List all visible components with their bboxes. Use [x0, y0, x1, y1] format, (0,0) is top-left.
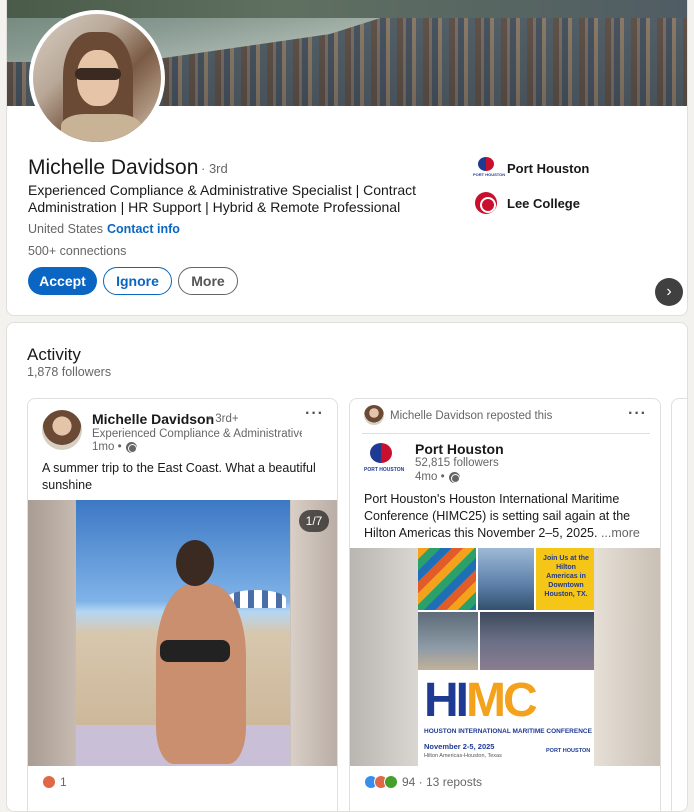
org-name: Lee College	[507, 195, 580, 211]
contact-info-link[interactable]: Contact info	[107, 222, 180, 236]
post-time: 1mo •	[92, 441, 122, 453]
profile-headline: Experienced Compliance & Administrative …	[28, 182, 417, 215]
reposter-avatar[interactable]	[364, 405, 384, 425]
author-followers: 52,815 followers	[415, 457, 499, 469]
org-name: Port Houston	[507, 160, 590, 176]
poster-callout: Join Us at the Hilton Americas in Downto…	[543, 555, 589, 598]
post-menu-icon[interactable]: ···	[305, 405, 324, 423]
author-degree: • 3rd+	[208, 413, 239, 425]
profile-card: Michelle Davidson · 3rd Experienced Comp…	[6, 0, 688, 316]
author-name[interactable]: Port Houston	[415, 441, 504, 457]
post-meta: 4mo •	[415, 471, 460, 483]
lee-college-logo-icon	[475, 192, 497, 214]
post-meta: 1mo •	[92, 441, 137, 453]
image-counter: 1/7	[299, 510, 329, 532]
see-more-link[interactable]: ...more	[601, 526, 640, 540]
profile-location: United States ·	[28, 222, 111, 236]
post-time: 4mo •	[415, 471, 445, 483]
activity-title: Activity	[27, 345, 81, 364]
reactions-count: 1	[60, 775, 67, 789]
poster-venue: Hilton Americas-Houston, Texas	[424, 753, 502, 759]
reactions-summary[interactable]: 1	[42, 775, 67, 789]
divider	[362, 433, 650, 434]
port-houston-logo-icon[interactable]: PORT HOUSTON	[364, 443, 404, 477]
carousel-next-icon[interactable]: ›	[655, 278, 683, 306]
post-text: Port Houston's Houston International Mar…	[364, 492, 640, 540]
profile-name: Michelle Davidson	[28, 156, 199, 179]
connection-degree: · 3rd	[201, 161, 228, 176]
reactions-count: 94 · 13 reposts	[402, 775, 483, 789]
activity-post-next-peek[interactable]	[671, 398, 687, 811]
celebrate-reaction-icon	[384, 775, 398, 789]
reactions-summary[interactable]: 94 · 13 reposts	[364, 775, 482, 789]
more-button[interactable]: More	[178, 267, 238, 295]
globe-icon	[125, 441, 137, 453]
accept-button[interactable]: Accept	[28, 267, 97, 295]
post-image[interactable]: Join Us at the Hilton Americas in Downto…	[350, 548, 660, 766]
poster-headline: HIMC	[424, 674, 538, 727]
author-avatar[interactable]	[42, 410, 82, 450]
port-houston-logo-text: PORT HOUSTON	[364, 467, 405, 473]
author-name[interactable]: Michelle Davidson	[92, 411, 214, 427]
himc-poster: Join Us at the Hilton Americas in Downto…	[418, 548, 594, 766]
globe-icon	[448, 471, 460, 483]
activity-post[interactable]: Michelle Davidson reposted this ··· PORT…	[349, 398, 661, 811]
ignore-button[interactable]: Ignore	[103, 267, 172, 295]
post-text: A summer trip to the East Coast. What a …	[42, 461, 316, 492]
author-subtitle: Experienced Compliance & Administrative.…	[92, 428, 302, 440]
followers-count: 1,878 followers	[27, 365, 112, 379]
port-houston-logo-text: PORT HOUSTON	[473, 172, 506, 177]
reposted-header: Michelle Davidson reposted this	[390, 410, 553, 422]
poster-dates: November 2-5, 2025	[424, 742, 495, 751]
activity-post[interactable]: Michelle Davidson • 3rd+ ··· Experienced…	[27, 398, 338, 811]
post-menu-icon[interactable]: ···	[628, 405, 647, 423]
activity-card: Activity 1,878 followers Michelle Davids…	[6, 322, 688, 812]
post-image[interactable]: 1/7	[28, 500, 337, 766]
connections-count: 500+ connections	[28, 244, 127, 258]
org-port-houston[interactable]: PORT HOUSTON Port Houston	[473, 157, 590, 179]
org-lee-college[interactable]: Lee College	[475, 192, 580, 214]
profile-avatar[interactable]	[29, 10, 165, 146]
love-reaction-icon	[42, 775, 56, 789]
poster-subtitle: HOUSTON INTERNATIONAL MARITIME CONFERENC…	[424, 728, 592, 735]
poster-logo: PORT HOUSTON	[546, 748, 591, 754]
port-houston-logo-icon: PORT HOUSTON	[473, 157, 505, 179]
